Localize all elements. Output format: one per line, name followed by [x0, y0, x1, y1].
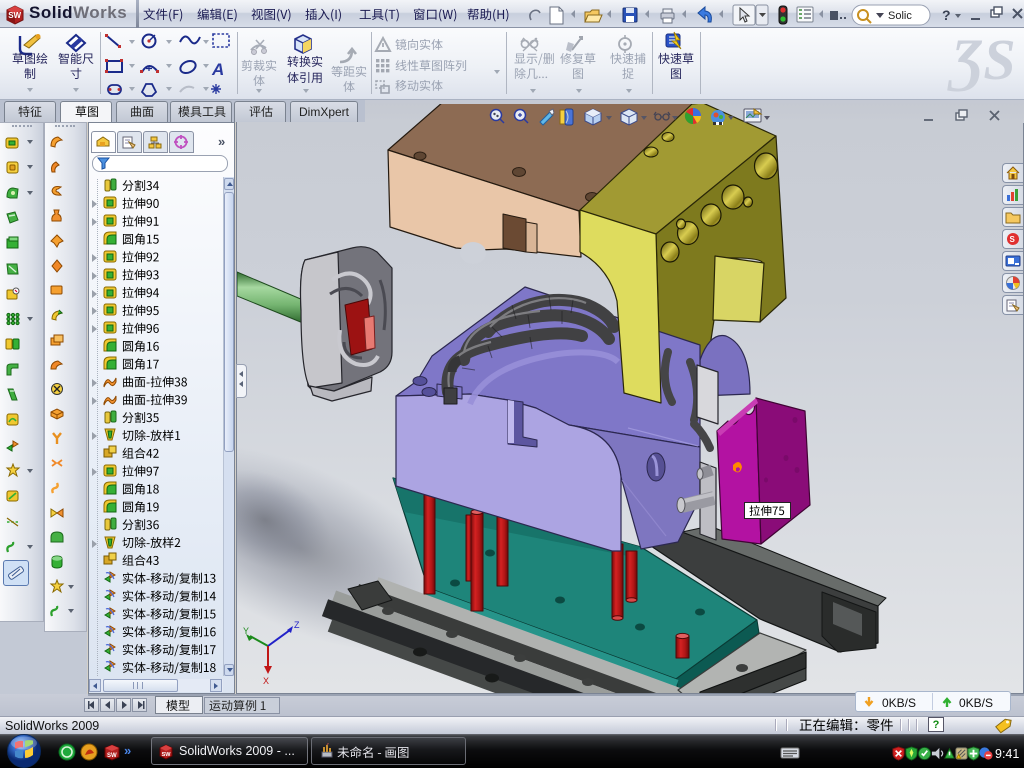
svg-text:SW: SW — [107, 753, 117, 759]
svg-text:X: X — [263, 676, 269, 686]
svg-text:SW: SW — [162, 752, 172, 758]
svg-text:»: » — [124, 743, 131, 758]
svg-text:Y: Y — [243, 626, 249, 636]
svg-text:Z: Z — [294, 620, 300, 630]
svg-text:S: S — [1010, 235, 1016, 244]
